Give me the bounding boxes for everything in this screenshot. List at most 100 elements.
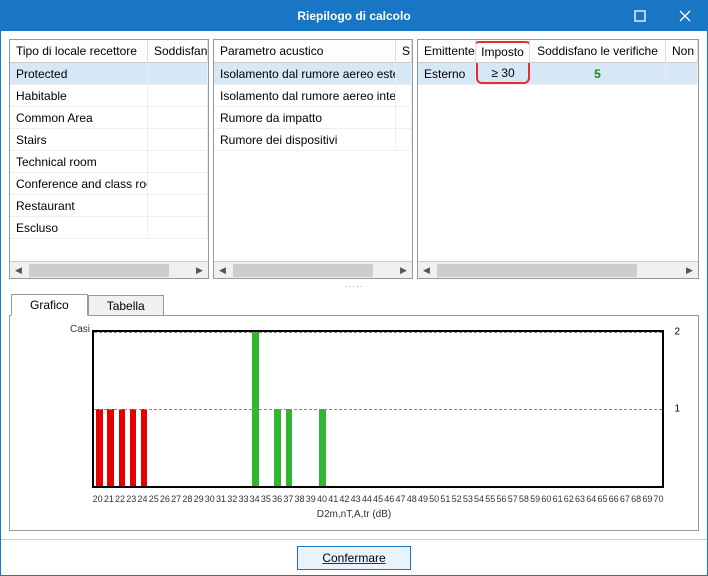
cell-non: [666, 63, 698, 84]
cell-s: [396, 85, 412, 106]
horizontal-scrollbar[interactable]: ◀ ▶: [10, 261, 208, 278]
col-room-type[interactable]: Tipo di locale recettore: [10, 40, 148, 63]
chart-xtick: 52: [451, 494, 462, 504]
col-param[interactable]: Parametro acustico: [214, 40, 396, 63]
close-button[interactable]: [662, 1, 707, 31]
scroll-right-button[interactable]: ▶: [681, 262, 698, 279]
chart-xtick: 39: [305, 494, 316, 504]
cell-satisfy: [148, 195, 208, 216]
chart-xlabel: D2m,nT,A,tr (dB): [16, 509, 692, 520]
tabstrip: Grafico Tabella: [9, 293, 699, 315]
scroll-left-button[interactable]: ◀: [418, 262, 435, 279]
col-emittente[interactable]: Emittente: [418, 40, 476, 63]
cell-room-type: Habitable: [10, 85, 148, 106]
table-row[interactable]: Rumore da impatto: [214, 107, 412, 129]
chart-xtick: 26: [159, 494, 170, 504]
cell-param: Isolamento dal rumore aereo esterno: [214, 63, 396, 84]
table-row[interactable]: Isolamento dal rumore aereo esterno: [214, 63, 412, 85]
tab-tabella[interactable]: Tabella: [88, 295, 164, 316]
cell-param: Rumore da impatto: [214, 107, 396, 128]
scroll-right-button[interactable]: ▶: [191, 262, 208, 279]
chart-plot-area: 12: [92, 330, 664, 488]
scroll-right-button[interactable]: ▶: [395, 262, 412, 279]
chart-xtick: 53: [462, 494, 473, 504]
chart-xtick: 38: [294, 494, 305, 504]
footer: Confermare: [1, 539, 707, 575]
grid-header: Parametro acustico S: [214, 40, 412, 63]
chart-xtick: 28: [182, 494, 193, 504]
table-row[interactable]: Esterno≥ 305: [418, 63, 698, 85]
scroll-left-button[interactable]: ◀: [214, 262, 231, 279]
table-row[interactable]: Restaurant: [10, 195, 208, 217]
table-row[interactable]: Isolamento dal rumore aereo interno: [214, 85, 412, 107]
chart-xtick: 37: [283, 494, 294, 504]
scroll-thumb[interactable]: [233, 264, 373, 277]
chart-xtick: 32: [227, 494, 238, 504]
chart-xtick: 47: [395, 494, 406, 504]
confirm-button[interactable]: Confermare: [297, 546, 410, 570]
chart-xtick: 62: [563, 494, 574, 504]
chart-xtick: 67: [619, 494, 630, 504]
scroll-track[interactable]: [231, 262, 395, 278]
grid-acoustic-params: Parametro acustico S Isolamento dal rumo…: [213, 39, 413, 279]
tabpage-chart: Casi 12 20212223242526272829303132333435…: [9, 315, 699, 531]
cell-satisfy: [148, 217, 208, 238]
chart-xtick: 42: [339, 494, 350, 504]
cell-s: [396, 129, 412, 150]
scroll-thumb[interactable]: [29, 264, 169, 277]
scroll-track[interactable]: [435, 262, 681, 278]
table-row[interactable]: Rumore dei dispositivi: [214, 129, 412, 151]
chart-xtick: 29: [193, 494, 204, 504]
table-row[interactable]: Common Area: [10, 107, 208, 129]
grid-verifications: Emittente Imposto Soddisfano le verifich…: [417, 39, 699, 279]
horizontal-scrollbar[interactable]: ◀ ▶: [214, 261, 412, 278]
maximize-icon: [634, 10, 646, 22]
col-satisfy[interactable]: Soddisfan: [148, 40, 208, 63]
scroll-track[interactable]: [27, 262, 191, 278]
chart-xtick: 40: [316, 494, 327, 504]
table-row[interactable]: Escluso: [10, 217, 208, 239]
col-soddisfano[interactable]: Soddisfano le verifiche: [530, 40, 666, 63]
grid-body: Esterno≥ 305: [418, 63, 698, 261]
chart-xtick: 33: [238, 494, 249, 504]
chart-xtick: 69: [642, 494, 653, 504]
col-imposto-highlighted[interactable]: Imposto: [476, 41, 530, 61]
chart-xtick: 20: [92, 494, 103, 504]
col-s[interactable]: S: [396, 40, 412, 63]
chart-ytick: 1: [674, 404, 680, 415]
window-title: Riepilogo di calcolo: [1, 9, 707, 23]
tab-grafico[interactable]: Grafico: [11, 294, 88, 316]
chart-xtick: 58: [518, 494, 529, 504]
cell-param: Isolamento dal rumore aereo interno: [214, 85, 396, 106]
chart-xtick: 60: [541, 494, 552, 504]
chart-xtick: 55: [485, 494, 496, 504]
chart-bar: [319, 409, 326, 486]
grid-body: Isolamento dal rumore aereo esternoIsola…: [214, 63, 412, 261]
chart-xtick: 36: [272, 494, 283, 504]
cell-room-type: Technical room: [10, 151, 148, 172]
cell-satisfy: [148, 63, 208, 84]
chart-xtick: 21: [103, 494, 114, 504]
chart-xtick: 48: [406, 494, 417, 504]
col-non[interactable]: Non: [666, 40, 698, 63]
table-row[interactable]: Stairs: [10, 129, 208, 151]
scroll-left-button[interactable]: ◀: [10, 262, 27, 279]
table-row[interactable]: Protected: [10, 63, 208, 85]
chart-bar: [107, 409, 114, 486]
table-row[interactable]: Habitable: [10, 85, 208, 107]
horizontal-scrollbar[interactable]: ◀ ▶: [418, 261, 698, 278]
chart-xtick: 25: [148, 494, 159, 504]
confirm-label: Confermare: [322, 551, 385, 565]
table-row[interactable]: Conference and class room: [10, 173, 208, 195]
scroll-thumb[interactable]: [437, 264, 637, 277]
cell-room-type: Escluso: [10, 217, 148, 238]
table-row[interactable]: Technical room: [10, 151, 208, 173]
splitter-handle[interactable]: ·····: [9, 283, 699, 289]
chart: Casi 12 20212223242526272829303132333435…: [16, 322, 692, 524]
cell-room-type: Common Area: [10, 107, 148, 128]
maximize-button[interactable]: [617, 1, 662, 31]
chart-xtick: 35: [260, 494, 271, 504]
chart-bar: [286, 409, 293, 486]
chart-xtick: 30: [204, 494, 215, 504]
chart-xtick: 68: [631, 494, 642, 504]
